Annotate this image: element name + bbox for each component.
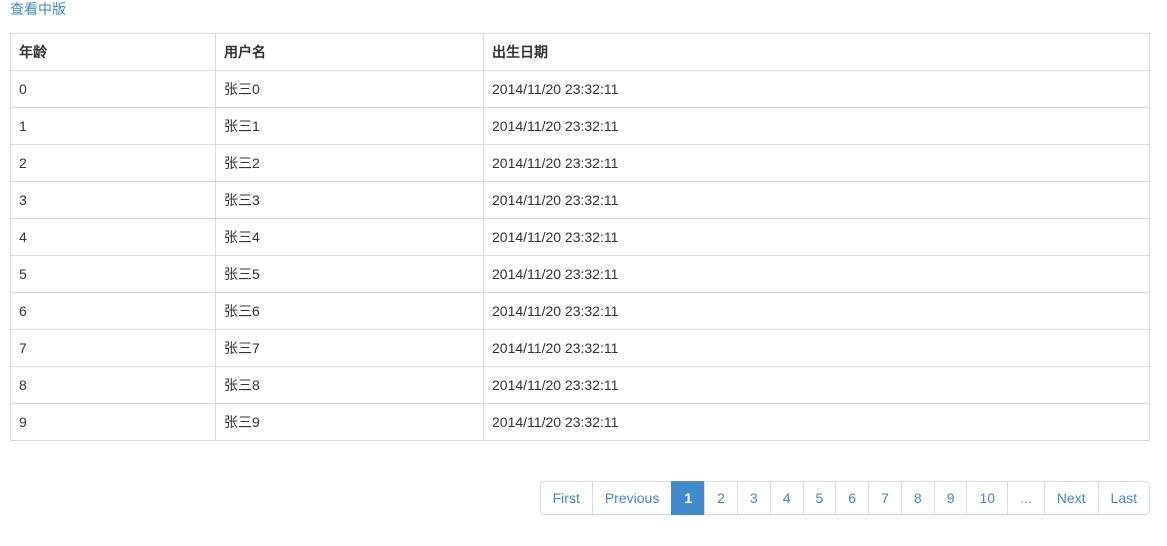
page-6[interactable]: 6	[835, 481, 870, 515]
table-row: 7 张三7 2014/11/20 23:32:11	[10, 329, 1150, 367]
page-last[interactable]: Last	[1097, 481, 1150, 515]
cell-birthdate: 2014/11/20 23:32:11	[483, 144, 1150, 182]
cell-username: 张三8	[215, 366, 484, 404]
cell-birthdate: 2014/11/20 23:32:11	[483, 181, 1150, 219]
cell-username: 张三0	[215, 70, 484, 108]
cell-username: 张三2	[215, 144, 484, 182]
cell-birthdate: 2014/11/20 23:32:11	[483, 255, 1150, 293]
table-row: 3 张三3 2014/11/20 23:32:11	[10, 181, 1150, 219]
page-9[interactable]: 9	[933, 481, 968, 515]
cell-birthdate: 2014/11/20 23:32:11	[483, 403, 1150, 441]
cell-birthdate: 2014/11/20 23:32:11	[483, 329, 1150, 367]
table-row: 0 张三0 2014/11/20 23:32:11	[10, 70, 1150, 108]
cell-username: 张三3	[215, 181, 484, 219]
cell-username: 张三9	[215, 403, 484, 441]
page-3[interactable]: 3	[736, 481, 771, 515]
header-username: 用户名	[215, 33, 484, 71]
page-next[interactable]: Next	[1043, 481, 1099, 515]
header-age: 年龄	[10, 33, 216, 71]
header-birthdate: 出生日期	[483, 33, 1150, 71]
page-first[interactable]: First	[539, 481, 593, 515]
cell-birthdate: 2014/11/20 23:32:11	[483, 292, 1150, 330]
cell-age: 1	[10, 107, 216, 145]
table-row: 5 张三5 2014/11/20 23:32:11	[10, 255, 1150, 293]
page-5[interactable]: 5	[802, 481, 837, 515]
page-1[interactable]: 1	[671, 481, 706, 515]
page-8[interactable]: 8	[900, 481, 935, 515]
table-row: 6 张三6 2014/11/20 23:32:11	[10, 292, 1150, 330]
cell-username: 张三4	[215, 218, 484, 256]
page-ellipsis: ...	[1007, 481, 1045, 515]
table-row: 8 张三8 2014/11/20 23:32:11	[10, 366, 1150, 404]
cell-username: 张三7	[215, 329, 484, 367]
cell-age: 6	[10, 292, 216, 330]
cell-age: 3	[10, 181, 216, 219]
cell-age: 7	[10, 329, 216, 367]
cell-age: 8	[10, 366, 216, 404]
table-row: 4 张三4 2014/11/20 23:32:11	[10, 218, 1150, 256]
cell-username: 张三5	[215, 255, 484, 293]
cell-age: 2	[10, 144, 216, 182]
table-header-row: 年龄 用户名 出生日期	[10, 33, 1150, 71]
cell-birthdate: 2014/11/20 23:32:11	[483, 366, 1150, 404]
cell-username: 张三1	[215, 107, 484, 145]
cell-age: 5	[10, 255, 216, 293]
page-4[interactable]: 4	[769, 481, 804, 515]
view-link[interactable]: 查看中版	[10, 0, 66, 18]
cell-birthdate: 2014/11/20 23:32:11	[483, 70, 1150, 108]
page-10[interactable]: 10	[966, 481, 1009, 515]
users-table: 年龄 用户名 出生日期 0 张三0 2014/11/20 23:32:11 1 张三1 2…	[10, 33, 1150, 441]
page-2[interactable]: 2	[704, 481, 738, 515]
cell-age: 0	[10, 70, 216, 108]
table-row: 9 张三9 2014/11/20 23:32:11	[10, 403, 1150, 441]
page-7[interactable]: 7	[868, 481, 902, 515]
cell-birthdate: 2014/11/20 23:32:11	[483, 218, 1150, 256]
pagination: First Previous 1 2 3 4 5 6 7 8 9 10 ... …	[539, 481, 1150, 515]
cell-age: 9	[10, 403, 216, 441]
table-row: 1 张三1 2014/11/20 23:32:11	[10, 107, 1150, 145]
cell-username: 张三6	[215, 292, 484, 330]
table-row: 2 张三2 2014/11/20 23:32:11	[10, 144, 1150, 182]
cell-birthdate: 2014/11/20 23:32:11	[483, 107, 1150, 145]
cell-age: 4	[10, 218, 216, 256]
page-previous[interactable]: Previous	[591, 481, 673, 515]
